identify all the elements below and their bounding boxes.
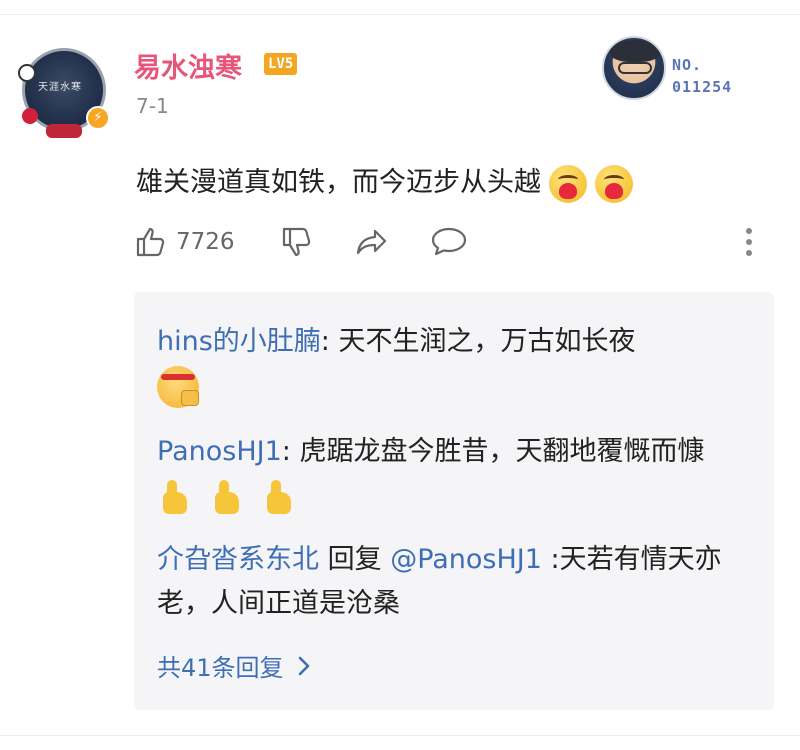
top-divider bbox=[0, 14, 800, 15]
like-count: 7726 bbox=[176, 229, 235, 255]
bottom-divider bbox=[0, 735, 800, 736]
comment-text: 雄关漫道真如铁，而今迈步从头越 bbox=[136, 167, 541, 198]
reply-item[interactable]: PanosHJ1: 虎踞龙盘今胜昔，天翻地覆慨而慷 bbox=[157, 430, 737, 518]
dislike-button[interactable] bbox=[280, 222, 314, 262]
post-date: 7-1 bbox=[136, 94, 169, 118]
thumbs-up-icon bbox=[136, 227, 165, 257]
medal-glasses bbox=[618, 62, 652, 74]
thumbs-down-icon bbox=[282, 227, 311, 257]
medal-number: 011254 bbox=[672, 78, 733, 96]
comment-body: 雄关漫道真如铁，而今迈步从头越 bbox=[136, 160, 633, 203]
soccer-ball-icon bbox=[18, 64, 36, 82]
user-avatar[interactable]: 天涯水寒 ⚡ bbox=[16, 42, 114, 140]
reply-word: 回复 bbox=[327, 544, 382, 575]
reply-username[interactable]: PanosHJ1 bbox=[157, 436, 282, 467]
username[interactable]: 易水浊寒 bbox=[134, 46, 242, 85]
heart-hug-emoji-icon bbox=[549, 164, 587, 203]
like-button[interactable]: 7726 bbox=[134, 222, 235, 262]
thumbs-up-emoji-icon bbox=[209, 478, 247, 516]
share-icon bbox=[356, 229, 387, 255]
reply-item[interactable]: 介旮沓系东北 回复 @PanosHJ1 :天若有情天亦老，人间正道是沧桑 bbox=[157, 538, 737, 626]
bow-icon bbox=[46, 124, 82, 138]
reply-item[interactable]: hins的小肚腩: 天不生润之，万古如长夜 bbox=[157, 320, 737, 408]
reply-text: 天不生润之，万古如长夜 bbox=[338, 326, 636, 357]
speech-bubble-icon bbox=[431, 227, 467, 256]
thumbs-up-emoji-icon bbox=[157, 478, 195, 516]
thumbs-up-emoji-icon bbox=[261, 478, 299, 516]
comment-button[interactable] bbox=[430, 222, 468, 262]
reply-text: 虎踞龙盘今胜昔，天翻地覆慨而慷 bbox=[299, 436, 705, 467]
heart-hug-emoji-icon bbox=[595, 164, 633, 203]
more-options-button[interactable] bbox=[746, 228, 754, 261]
view-all-replies-link[interactable]: 共41条回复 bbox=[157, 648, 314, 683]
medal-hair bbox=[610, 40, 660, 62]
avatar-caption: 天涯水寒 bbox=[38, 82, 82, 93]
lightning-badge-icon: ⚡ bbox=[86, 106, 110, 130]
level-badge: LV5 bbox=[264, 53, 298, 75]
fan-medal-avatar[interactable] bbox=[602, 36, 666, 100]
reply-mention[interactable]: @PanosHJ1 bbox=[390, 544, 542, 575]
reply-section: hins的小肚腩: 天不生润之，万古如长夜 PanosHJ1: 虎踞龙盘今胜昔，… bbox=[134, 292, 774, 710]
reply-username[interactable]: 介旮沓系东北 bbox=[157, 544, 319, 575]
ribbon-icon bbox=[22, 108, 38, 124]
chevron-right-icon bbox=[298, 656, 309, 675]
action-bar: 7726 bbox=[134, 222, 774, 262]
view-all-replies-label: 共41条回复 bbox=[157, 654, 284, 682]
angry-emoji-icon bbox=[157, 365, 199, 408]
share-button[interactable] bbox=[354, 222, 390, 262]
medal-no-label: NO. bbox=[672, 56, 703, 74]
reply-username[interactable]: hins的小肚腩 bbox=[157, 326, 321, 357]
